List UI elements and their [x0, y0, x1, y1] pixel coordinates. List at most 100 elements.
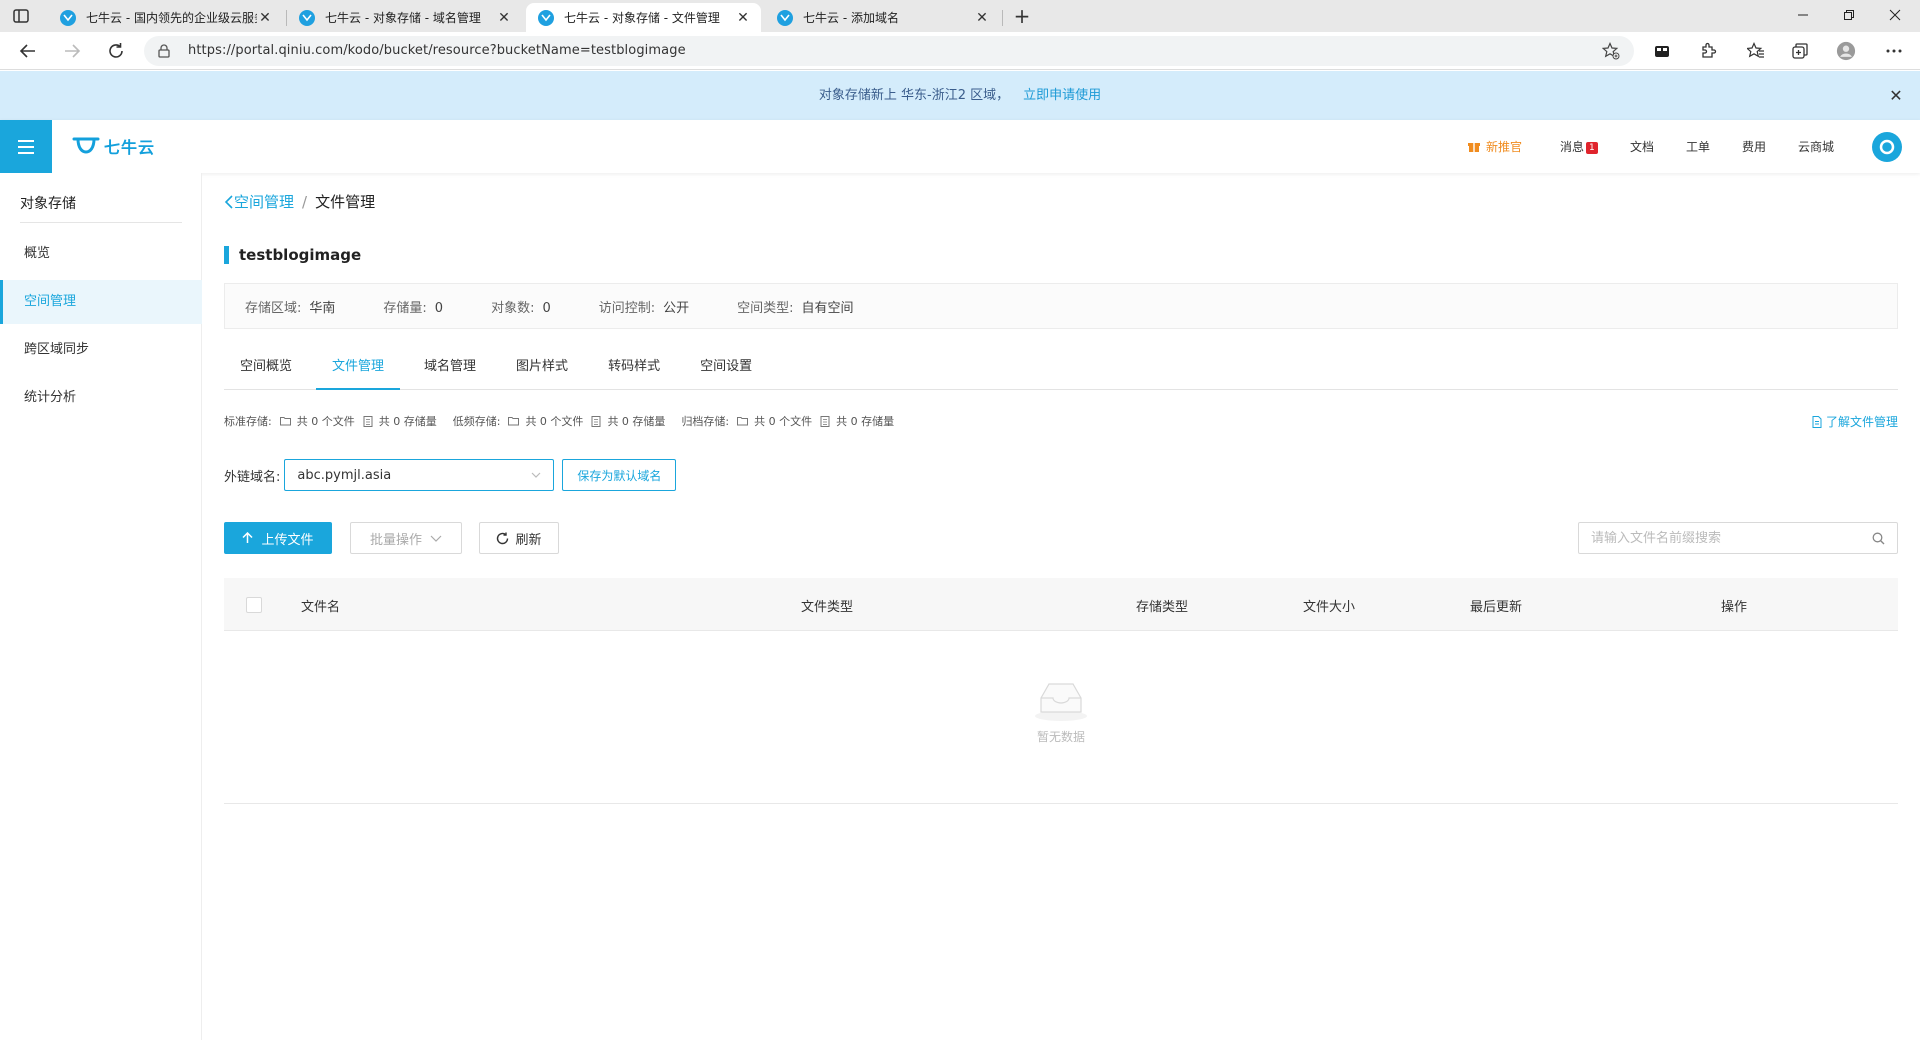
- title-accent-bar: [224, 246, 229, 264]
- add-favorite-icon[interactable]: [1602, 42, 1620, 60]
- qiniu-logo-icon: [72, 137, 100, 154]
- collections-icon[interactable]: [1790, 41, 1810, 61]
- batch-actions-button[interactable]: 批量操作: [350, 522, 462, 554]
- close-tab-icon[interactable]: ✕: [735, 10, 751, 26]
- more-menu-icon[interactable]: [1884, 41, 1904, 61]
- file-search-box: [1578, 522, 1898, 554]
- qiniu-logo[interactable]: 七牛云: [72, 134, 155, 158]
- sidebar-item-overview[interactable]: 概览: [0, 232, 202, 276]
- extensions-icon[interactable]: [1698, 41, 1718, 61]
- menu-toggle-button[interactable]: [0, 120, 52, 173]
- file-count: 共 0 个文件: [525, 415, 584, 428]
- domain-row: 外链域名: abc.pymjl.asia 保存为默认域名: [224, 459, 677, 491]
- announcement-banner: 对象存储新上 华东-浙江2 区域， 立即申请使用 ✕: [0, 71, 1920, 120]
- qiniu-favicon-icon: [60, 9, 76, 26]
- tickets-link[interactable]: 工单: [1686, 138, 1710, 155]
- sidebar-item-buckets[interactable]: 空间管理: [0, 280, 202, 324]
- close-tab-icon[interactable]: ✕: [257, 10, 273, 26]
- chevron-down-icon: [430, 535, 442, 542]
- hamburger-icon: [18, 139, 34, 154]
- tab-domain-management[interactable]: 域名管理: [408, 345, 492, 390]
- save-default-domain-button[interactable]: 保存为默认域名: [562, 459, 677, 491]
- docs-link[interactable]: 文档: [1630, 138, 1654, 155]
- announcement-text: 对象存储新上 华东-浙江2 区域，: [818, 88, 1010, 103]
- close-tab-icon[interactable]: ✕: [496, 10, 512, 26]
- new-tab-icon[interactable]: +: [1010, 4, 1034, 28]
- learn-file-management-link[interactable]: 了解文件管理: [1812, 413, 1898, 430]
- minimize-icon[interactable]: [1780, 0, 1826, 30]
- storage-class-label: 低频存储:: [452, 415, 501, 428]
- messages-label: 消息: [1560, 140, 1585, 154]
- batch-label: 批量操作: [369, 532, 422, 548]
- close-window-icon[interactable]: [1872, 0, 1918, 30]
- back-arrow-icon[interactable]: [16, 40, 40, 62]
- refresh-label: 刷新: [515, 532, 542, 548]
- info-access: 访问控制: 公开: [599, 297, 689, 316]
- browser-tab-title: 七牛云 - 国内领先的企业级云服务商: [86, 11, 257, 25]
- profile-icon[interactable]: [1836, 41, 1856, 61]
- upload-label: 上传文件: [261, 532, 314, 548]
- qiniu-favicon-icon: [299, 9, 315, 26]
- messages-link[interactable]: 消息 1: [1560, 138, 1598, 155]
- promo-link[interactable]: 新推官: [1468, 138, 1522, 155]
- file-search-input[interactable]: [1579, 523, 1859, 553]
- info-storage: 存储量: 0: [383, 297, 443, 316]
- announcement-link[interactable]: 立即申请使用: [1023, 88, 1101, 103]
- column-header-last-updated[interactable]: 最后更新: [1470, 596, 1522, 615]
- tab-image-styles[interactable]: 图片样式: [500, 345, 584, 390]
- sidebar-item-cross-region-sync[interactable]: 跨区域同步: [0, 328, 202, 372]
- info-label: 存储量:: [383, 300, 427, 316]
- folder-icon: [737, 416, 749, 426]
- column-header-file-name[interactable]: 文件名: [301, 596, 340, 615]
- lock-icon: [158, 44, 170, 58]
- browser-tab[interactable]: 七牛云 - 添加域名 ✕: [765, 3, 1000, 32]
- upload-file-button[interactable]: 上传文件: [224, 522, 332, 554]
- storage-infrequent: 低频存储: 共 0 个文件 共 0 存储量: [453, 413, 666, 429]
- arrow-up-icon: [242, 532, 254, 544]
- select-all-checkbox[interactable]: [246, 597, 262, 613]
- search-icon[interactable]: [1872, 532, 1885, 545]
- tab-actions-icon[interactable]: [12, 7, 30, 25]
- qiniu-favicon-icon: [538, 9, 554, 26]
- tab-bucket-overview[interactable]: 空间概览: [224, 345, 308, 390]
- read-mode-icon[interactable]: [1652, 41, 1672, 61]
- storage-archive: 归档存储: 共 0 个文件 共 0 存储量: [681, 413, 894, 429]
- promo-label: 新推官: [1486, 140, 1523, 154]
- browser-tab[interactable]: 七牛云 - 对象存储 - 域名管理 ✕: [287, 3, 522, 32]
- sidebar-divider: [20, 222, 182, 223]
- bucket-title: testblogimage: [224, 245, 361, 265]
- user-avatar[interactable]: [1872, 132, 1902, 162]
- storage-class-label: 标准存储:: [224, 415, 272, 428]
- reload-icon[interactable]: [104, 40, 128, 62]
- tab-file-management[interactable]: 文件管理: [316, 345, 401, 390]
- tab-transcode-styles[interactable]: 转码样式: [592, 345, 676, 390]
- empty-text: 暂无数据: [1036, 730, 1085, 744]
- storage-summary: 标准存储: 共 0 个文件 共 0 存储量 低频存储: 共 0 个文件 共 0 …: [224, 411, 1898, 431]
- market-link[interactable]: 云商城: [1798, 138, 1834, 155]
- browser-tab[interactable]: 七牛云 - 国内领先的企业级云服务商 ✕: [48, 3, 283, 32]
- close-banner-icon[interactable]: ✕: [1886, 71, 1906, 120]
- empty-state: 暂无数据: [224, 678, 1898, 745]
- file-count: 共 0 个文件: [754, 415, 813, 428]
- close-tab-icon[interactable]: ✕: [974, 10, 990, 26]
- column-header-file-type[interactable]: 文件类型: [801, 596, 853, 615]
- column-header-file-size[interactable]: 文件大小: [1303, 596, 1355, 615]
- address-bar[interactable]: https://portal.qiniu.com/kodo/bucket/res…: [144, 36, 1634, 66]
- browser-tab-active[interactable]: 七牛云 - 对象存储 - 文件管理 ✕: [526, 3, 761, 32]
- forward-arrow-icon[interactable]: [60, 40, 84, 62]
- storage-standard: 标准存储: 共 0 个文件 共 0 存储量: [224, 413, 437, 429]
- file-table: 文件名 文件类型 存储类型 文件大小 最后更新 操作 暂无数据: [224, 578, 1898, 804]
- restore-icon[interactable]: [1826, 0, 1872, 30]
- column-header-storage-type[interactable]: 存储类型: [1136, 596, 1188, 615]
- favorites-icon[interactable]: [1746, 41, 1766, 61]
- domain-select[interactable]: abc.pymjl.asia: [284, 459, 555, 491]
- breadcrumb-back-link[interactable]: 空间管理: [224, 191, 294, 212]
- sidebar-item-statistics[interactable]: 统计分析: [0, 376, 202, 420]
- tab-bucket-settings[interactable]: 空间设置: [684, 345, 768, 390]
- file-count: 共 0 个文件: [296, 415, 355, 428]
- domain-value: abc.pymjl.asia: [297, 467, 392, 483]
- refresh-button[interactable]: 刷新: [479, 522, 559, 554]
- billing-link[interactable]: 费用: [1742, 138, 1766, 155]
- storage-icon: [591, 415, 601, 427]
- chevron-down-icon: [531, 472, 541, 478]
